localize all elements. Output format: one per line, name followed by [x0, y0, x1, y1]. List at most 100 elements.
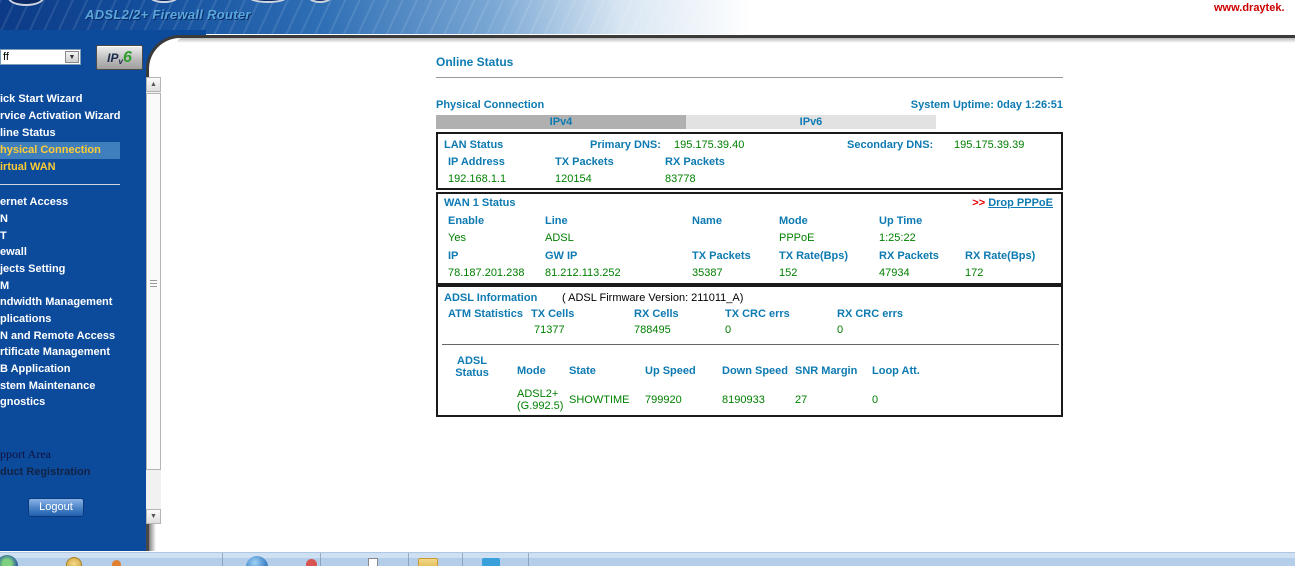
sidebar-item-nat[interactable]: T	[0, 228, 120, 245]
taskbar-separator	[528, 553, 529, 566]
lan-value: 83778	[665, 173, 696, 185]
wan-value: 78.187.201.238	[448, 267, 525, 279]
lan-header: TX Packets	[555, 156, 614, 168]
wan-value: 1:25:22	[879, 232, 916, 244]
scroll-up-icon[interactable]: ▲	[146, 77, 161, 92]
dropdown-arrow-icon[interactable]: ▼	[65, 51, 79, 63]
sidebar-item-usb-application[interactable]: B Application	[0, 361, 120, 378]
wan-value: 152	[779, 267, 798, 279]
start-orb-icon[interactable]	[0, 555, 18, 566]
wan-header: Enable	[448, 215, 485, 227]
lan-value: 192.168.1.1	[448, 173, 507, 185]
taskbar-separator	[408, 553, 409, 566]
tab-ipv4[interactable]: IPv4	[436, 115, 686, 129]
primary-dns-value: 195.175.39.40	[674, 139, 745, 151]
atm-header: TX CRC errs	[725, 308, 790, 320]
wan-header: IP	[448, 250, 459, 262]
atm-header: RX CRC errs	[837, 308, 904, 320]
lan-header: IP Address	[448, 156, 505, 168]
notepad-icon[interactable]	[368, 558, 378, 566]
blue-app-icon[interactable]	[482, 558, 500, 566]
sidebar-scrollbar[interactable]: ▲ ▼	[146, 77, 161, 524]
sidebar-item-service-activation-wizard[interactable]: rvice Activation Wizard	[0, 108, 121, 125]
secondary-dns-label: Secondary DNS:	[847, 139, 934, 151]
wan-header: TX Packets	[692, 250, 751, 262]
adsl-mode-value: ADSL2+ (G.992.5)	[517, 388, 564, 412]
lan-status-table: LAN Status Primary DNS: 195.175.39.40 Se…	[436, 132, 1063, 190]
adsl-header: Down Speed	[722, 365, 789, 377]
draytek-website-link[interactable]: www.draytek.	[1214, 2, 1285, 14]
sidebar-item-support-area[interactable]: pport Area	[0, 446, 120, 463]
scrollbar-thumb[interactable]	[146, 93, 161, 470]
adsl-header: Up Speed	[645, 365, 696, 377]
atm-value: 0	[837, 324, 844, 336]
ip-version-tabs: IPv4 IPv6	[436, 115, 1063, 129]
sidebar-item-product-registration[interactable]: duct Registration	[0, 464, 120, 481]
logout-button[interactable]: Logout	[28, 498, 84, 517]
tab-ipv6[interactable]: IPv6	[686, 115, 936, 129]
auto-logout-dropdown[interactable]: ff ▼	[0, 49, 81, 65]
adsl-value: 8190933	[722, 394, 765, 406]
panel-left-shadow	[146, 524, 156, 551]
dropdown-value: ff	[3, 51, 9, 63]
atm-header: TX Cells	[531, 308, 575, 320]
sidebar-divider	[0, 184, 120, 185]
lan-header: RX Packets	[665, 156, 725, 168]
wan-title: WAN 1 Status	[444, 197, 516, 209]
ipv6-button[interactable]: IPv6	[96, 45, 143, 70]
scroll-down-icon[interactable]: ▼	[146, 509, 161, 524]
adsl-status-label: ADSL Status	[455, 355, 489, 379]
sidebar-item-physical-connection[interactable]: hysical Connection	[0, 142, 120, 159]
sidebar-item-online-status[interactable]: line Status	[0, 125, 120, 142]
adsl-title: ADSL Information	[444, 292, 538, 304]
section-label: Physical Connection	[436, 99, 545, 111]
adsl-value: 27	[795, 394, 808, 406]
atm-value: 788495	[634, 324, 671, 336]
atm-statistics-label: ATM Statistics	[448, 308, 523, 320]
wan-value: 172	[965, 267, 984, 279]
sidebar-item-system-maintenance[interactable]: stem Maintenance	[0, 378, 120, 395]
adsl-value: 0	[872, 394, 879, 406]
system-uptime: System Uptime: 0day 1:26:51	[910, 99, 1063, 111]
blue-globe-icon[interactable]	[246, 556, 268, 566]
red-app-icon[interactable]	[306, 559, 317, 566]
orange-app-icon[interactable]	[112, 560, 121, 566]
wan-value: Yes	[448, 232, 466, 244]
sidebar-item-lan[interactable]: N	[0, 211, 120, 228]
sidebar-item-vpn-remote-access[interactable]: N and Remote Access	[0, 328, 120, 345]
sidebar-item-diagnostics[interactable]: gnostics	[0, 394, 120, 411]
wan-header: GW IP	[545, 250, 578, 262]
adsl-information-table: ADSL Information ( ADSL Firmware Version…	[436, 285, 1063, 417]
adsl-value: 799920	[645, 394, 682, 406]
taskbar-separator	[320, 553, 321, 566]
yellow-app-icon[interactable]	[66, 557, 82, 566]
product-title: ADSL2/2+ Firewall Router	[85, 7, 251, 22]
folder-icon[interactable]	[418, 558, 438, 566]
adsl-header: Loop Att.	[872, 365, 920, 377]
taskbar[interactable]	[0, 551, 1295, 566]
primary-dns-label: Primary DNS:	[590, 139, 661, 151]
drop-pppoe-link[interactable]: Drop PPPoE	[988, 197, 1053, 209]
lan-value: 120154	[555, 173, 592, 185]
sidebar-item-applications[interactable]: plications	[0, 311, 120, 328]
sidebar-item-bandwidth-management[interactable]: ndwidth Management	[0, 294, 120, 311]
lan-title: LAN Status	[444, 139, 504, 151]
wan-value: ADSL	[545, 232, 574, 244]
sidebar-item-virtual-wan[interactable]: irtual WAN	[0, 159, 120, 176]
adsl-header: Mode	[517, 365, 546, 377]
wan-header: RX Packets	[879, 250, 939, 262]
adsl-table-divider	[442, 344, 1059, 345]
taskbar-separator	[462, 553, 463, 566]
wan-header: Mode	[779, 215, 808, 227]
sidebar-item-internet-access[interactable]: ernet Access	[0, 194, 120, 211]
wan-header: TX Rate(Bps)	[779, 250, 849, 262]
atm-value: 0	[725, 324, 732, 336]
taskbar-separator	[222, 553, 223, 566]
sidebar-item-quick-start-wizard[interactable]: ick Start Wizard	[0, 91, 120, 108]
sidebar-item-objects-setting[interactable]: jects Setting	[0, 261, 120, 278]
sidebar-item-certificate-management[interactable]: rtificate Management	[0, 344, 120, 361]
ipv6-button-six: 6	[122, 49, 132, 66]
sidebar-item-csm[interactable]: M	[0, 278, 120, 295]
atm-value: 71377	[534, 324, 565, 336]
sidebar-item-firewall[interactable]: ewall	[0, 244, 120, 261]
